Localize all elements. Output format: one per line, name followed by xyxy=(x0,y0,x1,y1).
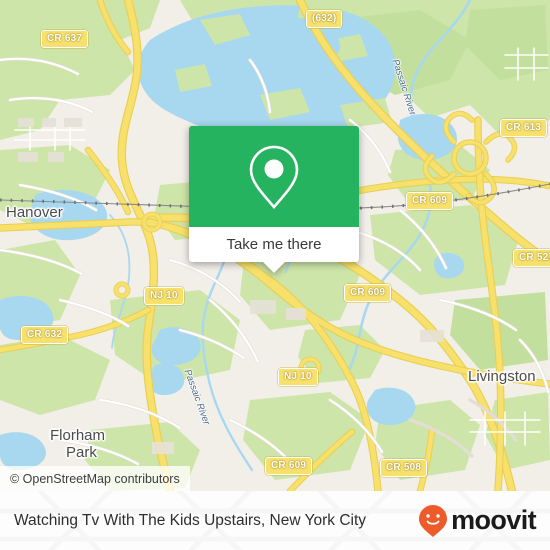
moovit-logo[interactable]: moovit xyxy=(418,504,537,538)
road-shield[interactable]: CR 527 xyxy=(513,249,550,267)
road-shield[interactable]: NJ 10 xyxy=(278,368,318,386)
road-shield[interactable]: CR 609 xyxy=(406,192,454,210)
take-me-there-label: Take me there xyxy=(226,236,322,253)
location-popup-card[interactable]: Take me there xyxy=(189,126,359,273)
road-shield[interactable]: CR 609 xyxy=(265,457,313,475)
map-screenshot: .g{fill:#cde5a8} .f{fill:#c3df9e} .w{fil… xyxy=(0,0,550,550)
moovit-wordmark: moovit xyxy=(451,505,537,535)
popup-pointer xyxy=(263,262,285,273)
road-shield[interactable]: NJ 10 xyxy=(144,287,184,305)
take-me-there-button[interactable]: Take me there xyxy=(189,227,359,262)
map-attribution: © OpenStreetMap contributors xyxy=(0,466,190,491)
footer-title: Watching Tv With The Kids Upstairs, New … xyxy=(14,511,367,529)
moovit-pin-smiley-icon xyxy=(419,504,448,537)
road-shield[interactable]: CR 637 xyxy=(41,30,89,48)
road-shield[interactable]: CR 508 xyxy=(380,459,428,477)
popup-image-area xyxy=(189,126,359,227)
road-shield[interactable]: CR 613 xyxy=(500,119,548,137)
map-pin-icon xyxy=(249,145,299,209)
road-shield[interactable]: (632) xyxy=(306,10,343,28)
attribution-text: © OpenStreetMap contributors xyxy=(10,471,180,486)
footer-bar: Watching Tv With The Kids Upstairs, New … xyxy=(0,491,550,550)
road-shield[interactable]: CR 632 xyxy=(21,326,69,344)
road-shield[interactable]: CR 609 xyxy=(344,284,392,302)
